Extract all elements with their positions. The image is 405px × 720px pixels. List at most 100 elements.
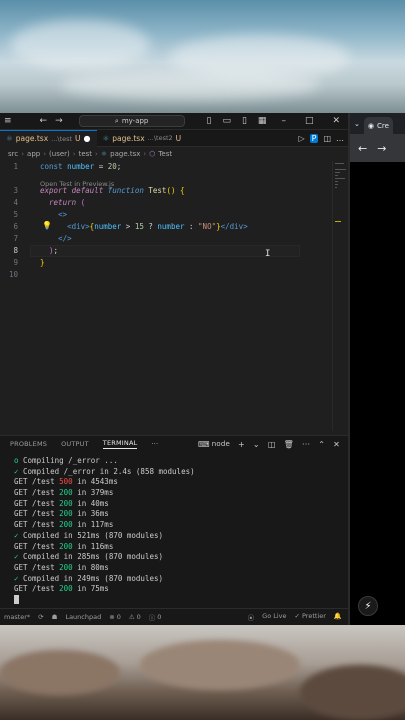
launchpad-status[interactable]: Launchpad [65,613,101,621]
terminal-line: ✓ Compiled in 249ms (870 modules) [14,573,164,583]
toggle-secondary-sidebar-icon[interactable]: ▯ [238,116,251,126]
browser-viewport[interactable]: ⚡ [350,162,405,625]
menu-icon[interactable]: ≡ [0,116,16,126]
forward-arrow-icon[interactable]: → [377,142,386,155]
code-line: ); [49,246,59,255]
back-arrow-icon[interactable]: ← [358,142,367,155]
title-bar: ≡ ← → ⌕ my-app ▯ ▭ ▯ ▦ – □ ✕ [0,113,348,130]
terminal-line: GET /test 200 in 36ms [14,509,109,519]
crumb-app[interactable]: app [27,150,40,158]
crumb-symbol[interactable]: Test [158,150,172,158]
back-arrow-icon[interactable]: ← [36,116,52,126]
crumb-file[interactable]: page.tsx [110,150,140,158]
crumb-src[interactable]: src [8,150,18,158]
preview-icon[interactable]: ▷ [298,134,304,143]
panel-tabs: PROBLEMS OUTPUT TERMINAL ··· ⌨ node + ⌄ … [0,436,348,452]
line-number: 1 [13,162,18,171]
code-line: <div>{number > 15 ? number : "NO"}</div> [67,222,248,231]
customize-layout-icon[interactable]: ▦ [254,116,271,126]
terminal-line: GET /test 500 in 4543ms [14,477,118,487]
sync-icon[interactable]: ⟳ [38,613,43,621]
toggle-sidebar-icon[interactable]: ▯ [203,116,216,126]
line-number: 8 [13,246,18,255]
text-cursor-icon: I [265,249,271,259]
prettier-status[interactable]: Prettier [302,612,326,622]
tab-status: U [175,133,182,143]
browser-window: ⌄ ◉ Cre ← → ⚡ [348,113,405,625]
terminal-line: o Compiling /_error ... [14,456,118,465]
minimize-button[interactable]: – [273,116,294,126]
terminal-line: GET /test 200 in 379ms [14,488,114,498]
code-line: export default function Test() { [40,186,185,195]
line-number: 9 [13,258,18,267]
warning-count[interactable]: 0 [137,613,141,621]
code-line: <> [58,210,68,219]
tab-output[interactable]: OUTPUT [61,440,89,448]
tab-path: ...\test [51,134,73,143]
browser-tabstrip: ⌄ ◉ Cre [350,113,405,134]
code-line: const number = 20; [40,162,122,171]
more-actions-icon[interactable]: ··· [302,440,310,449]
split-editor-icon[interactable]: ◫ [323,134,331,143]
line-number: 6 [13,222,18,231]
tab-terminal[interactable]: TERMINAL [102,439,138,449]
terminal-line: GET /test 200 in 116ms [14,541,114,551]
chevron-down-icon[interactable]: ⌄ [253,440,260,449]
terminal-cursor [14,595,19,605]
trash-icon[interactable]: 🗑 [284,440,294,449]
vscode-window: ≡ ← → ⌕ my-app ▯ ▭ ▯ ▦ – □ ✕ ⚛ page.tsx … [0,113,348,625]
bottom-panel: PROBLEMS OUTPUT TERMINAL ··· ⌨ node + ⌄ … [0,435,348,608]
tab-search-icon[interactable]: ⌄ [354,120,360,128]
info-icon: ⓘ [148,614,156,622]
info-count[interactable]: 0 [157,613,161,621]
error-count[interactable]: 0 [117,613,121,621]
tab-file-name: page.tsx [112,133,145,143]
maximize-button[interactable]: □ [297,116,322,126]
error-icon: ⊗ [109,613,115,621]
maximize-panel-icon[interactable]: ⌃ [318,440,325,449]
browser-tab[interactable]: ◉ Cre [363,117,393,134]
go-live-button[interactable]: Go Live [262,612,286,622]
code-line: return ( [49,198,86,207]
line-number: 3 [13,186,18,195]
crumb-user[interactable]: (user) [49,150,70,158]
more-actions-icon[interactable]: … [336,134,344,143]
command-center-search[interactable]: ⌕ my-app [78,115,185,127]
terminal-name[interactable]: node [212,440,230,449]
terminal-prompt[interactable] [14,595,348,606]
tab-page-test[interactable]: ⚛ page.tsx ...\test U ● [0,129,97,147]
line-number: 5 [13,210,18,219]
branch-status[interactable]: master* [4,613,30,621]
tab-file-name: page.tsx [15,134,49,143]
code-editor[interactable]: 1 3 4 5 6 7 8 9 10 const number = 20; Op… [0,161,348,431]
unsaved-dot-icon[interactable]: ● [84,134,91,143]
panel-more-icon[interactable]: ··· [151,440,158,448]
new-terminal-icon[interactable]: + [238,440,245,449]
terminal-line: ✓ Compiled /_error in 2.4s (858 modules) [14,466,195,476]
toggle-panel-icon[interactable]: ▭ [218,116,235,126]
bell-icon[interactable]: 🔔 [334,612,342,622]
status-bar: master* ⟳ ☗ Launchpad ⊗ 0 ⚠ 0 ⓘ 0 ⦿ Go Live… [0,608,348,625]
search-label: my-app [121,117,149,125]
preview-js-icon[interactable]: P [309,133,319,143]
antenna-icon: ⦿ [247,614,255,622]
close-button[interactable]: ✕ [324,116,348,126]
crumb-test[interactable]: test [79,150,92,158]
close-panel-icon[interactable]: ✕ [333,440,340,449]
launchpad-icon: ☗ [51,613,58,621]
tab-problems[interactable]: PROBLEMS [10,440,47,448]
split-terminal-icon[interactable]: ◫ [268,440,276,449]
desktop-wallpaper-top [0,0,405,113]
desktop-wallpaper-bottom [0,625,405,720]
breadcrumb: src › app › (user) › test › ⚛ page.tsx › ⬡ Te… [8,150,173,158]
line-number: 10 [8,270,18,279]
tab-page-test2[interactable]: ⚛ page.tsx ...\test2 U [97,130,188,147]
lightbulb-icon[interactable]: 💡 [42,221,52,230]
component-icon: ⬡ [149,150,156,158]
nextjs-dev-indicator-icon[interactable]: ⚡ [358,596,378,616]
terminal-icon: ⌨ [197,439,210,449]
terminal-output[interactable]: o Compiling /_error ... ✓ Compiled /_err… [0,452,348,606]
forward-arrow-icon[interactable]: → [51,116,67,126]
react-icon: ⚛ [6,134,13,143]
minimap[interactable] [332,161,348,431]
